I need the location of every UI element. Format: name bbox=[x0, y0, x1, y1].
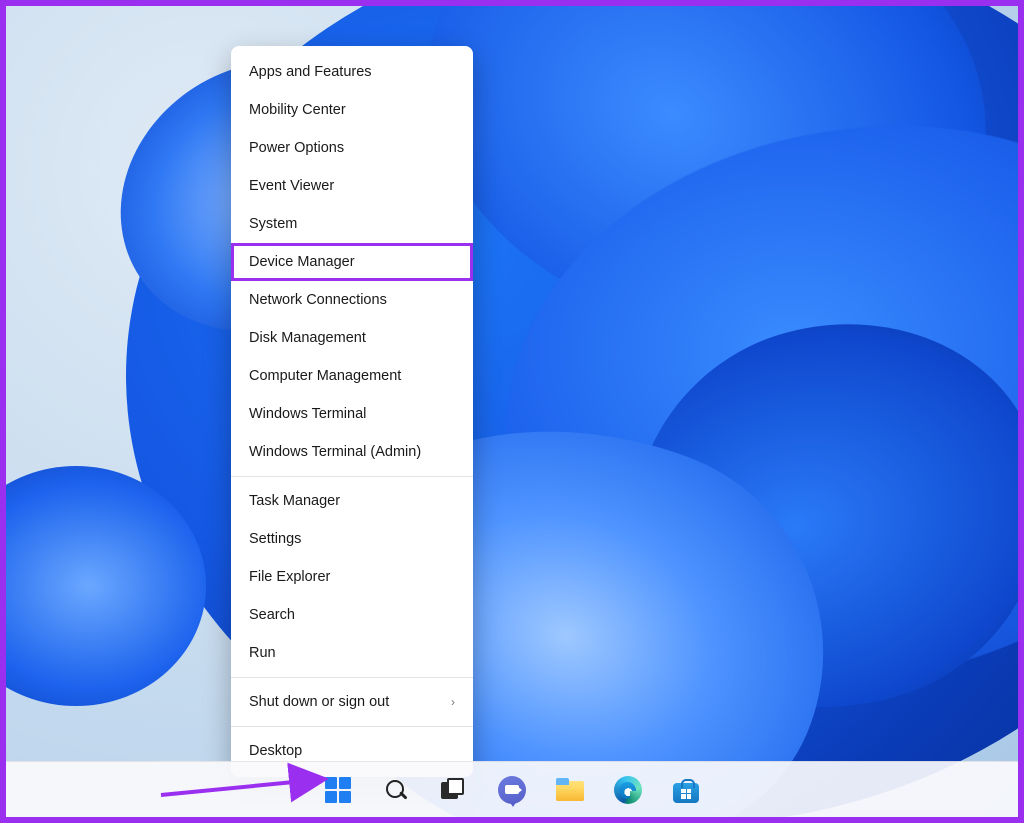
menu-item-label: Windows Terminal bbox=[249, 406, 366, 422]
menu-item-label: System bbox=[249, 216, 297, 232]
store-button[interactable] bbox=[665, 769, 707, 811]
windows-logo-icon bbox=[325, 777, 351, 803]
menu-item-settings[interactable]: Settings bbox=[231, 520, 473, 558]
menu-item-label: Windows Terminal (Admin) bbox=[249, 444, 421, 460]
menu-item-search[interactable]: Search bbox=[231, 596, 473, 634]
chat-button[interactable] bbox=[491, 769, 533, 811]
menu-item-label: Mobility Center bbox=[249, 102, 346, 118]
menu-item-label: Desktop bbox=[249, 743, 302, 759]
menu-item-mobility-center[interactable]: Mobility Center bbox=[231, 91, 473, 129]
menu-item-event-viewer[interactable]: Event Viewer bbox=[231, 167, 473, 205]
menu-item-label: Search bbox=[249, 607, 295, 623]
menu-item-label: Network Connections bbox=[249, 292, 387, 308]
menu-item-apps-and-features[interactable]: Apps and Features bbox=[231, 53, 473, 91]
chat-icon bbox=[498, 776, 526, 804]
taskbar bbox=[6, 761, 1018, 817]
menu-item-label: Event Viewer bbox=[249, 178, 334, 194]
winx-context-menu: Apps and Features Mobility Center Power Op… bbox=[231, 46, 473, 777]
menu-item-power-options[interactable]: Power Options bbox=[231, 129, 473, 167]
menu-item-label: Power Options bbox=[249, 140, 344, 156]
menu-item-file-explorer[interactable]: File Explorer bbox=[231, 558, 473, 596]
menu-item-label: Device Manager bbox=[249, 254, 355, 270]
menu-item-windows-terminal[interactable]: Windows Terminal bbox=[231, 395, 473, 433]
menu-item-label: Disk Management bbox=[249, 330, 366, 346]
menu-item-label: File Explorer bbox=[249, 569, 330, 585]
desktop-wallpaper[interactable] bbox=[6, 6, 1018, 817]
menu-item-label: Shut down or sign out bbox=[249, 694, 389, 710]
task-view-button[interactable] bbox=[433, 769, 475, 811]
store-icon bbox=[673, 777, 699, 803]
edge-button[interactable] bbox=[607, 769, 649, 811]
menu-item-shut-down-or-sign-out[interactable]: Shut down or sign out › bbox=[231, 683, 473, 721]
screenshot-frame: Apps and Features Mobility Center Power Op… bbox=[0, 0, 1024, 823]
chevron-right-icon: › bbox=[451, 695, 455, 709]
menu-item-label: Settings bbox=[249, 531, 301, 547]
menu-separator bbox=[231, 476, 473, 477]
search-icon bbox=[384, 778, 408, 802]
menu-item-windows-terminal-admin[interactable]: Windows Terminal (Admin) bbox=[231, 433, 473, 471]
menu-item-device-manager[interactable]: Device Manager bbox=[231, 243, 473, 281]
folder-icon bbox=[556, 778, 584, 802]
menu-item-label: Task Manager bbox=[249, 493, 340, 509]
task-view-icon bbox=[441, 778, 467, 802]
menu-item-system[interactable]: System bbox=[231, 205, 473, 243]
menu-separator bbox=[231, 677, 473, 678]
menu-item-computer-management[interactable]: Computer Management bbox=[231, 357, 473, 395]
search-button[interactable] bbox=[375, 769, 417, 811]
menu-item-label: Computer Management bbox=[249, 368, 401, 384]
menu-item-run[interactable]: Run bbox=[231, 634, 473, 672]
menu-item-network-connections[interactable]: Network Connections bbox=[231, 281, 473, 319]
menu-separator bbox=[231, 726, 473, 727]
start-button[interactable] bbox=[317, 769, 359, 811]
menu-item-label: Apps and Features bbox=[249, 64, 372, 80]
edge-icon bbox=[614, 776, 642, 804]
menu-item-task-manager[interactable]: Task Manager bbox=[231, 482, 473, 520]
menu-item-label: Run bbox=[249, 645, 276, 661]
menu-item-disk-management[interactable]: Disk Management bbox=[231, 319, 473, 357]
file-explorer-button[interactable] bbox=[549, 769, 591, 811]
